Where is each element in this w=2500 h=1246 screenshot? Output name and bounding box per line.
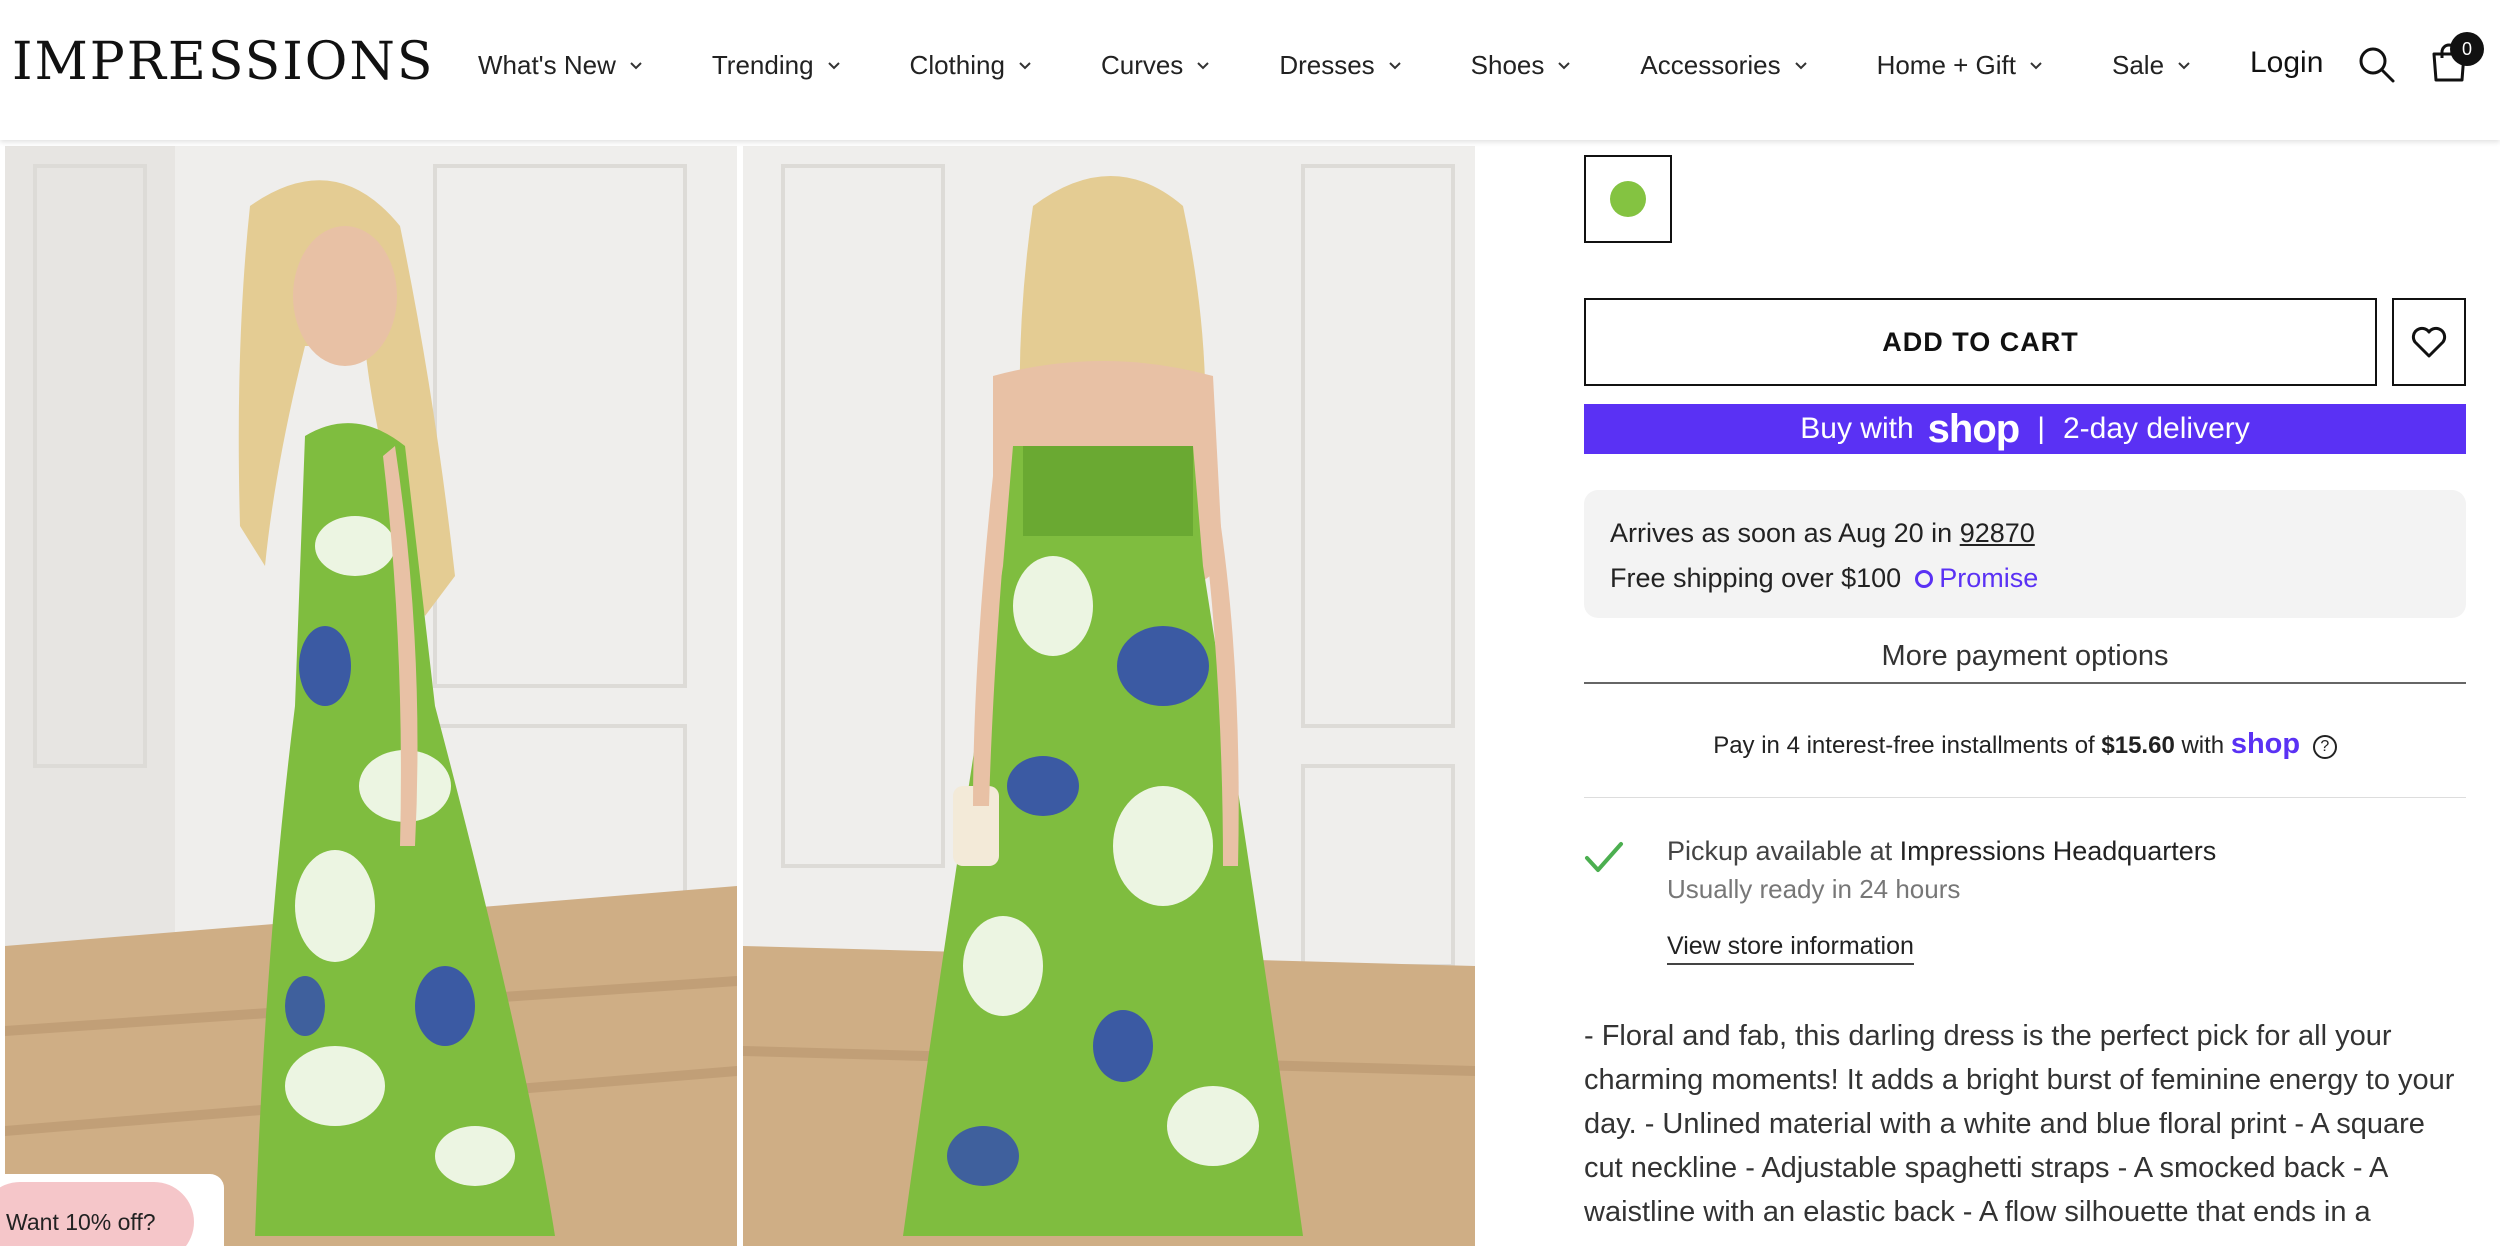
free-shipping-text: Free shipping over $100: [1610, 563, 1902, 593]
product-photo-side: [5, 146, 737, 1246]
promise-label: Promise: [1939, 563, 2039, 593]
pickup-prefix: Pickup available at: [1667, 836, 1893, 866]
view-store-information-link[interactable]: View store information: [1667, 932, 1914, 965]
nav-label: Accessories: [1640, 49, 1781, 80]
chevron-down-icon: [827, 62, 840, 70]
help-icon[interactable]: ?: [2312, 734, 2337, 759]
nav-item-dresses[interactable]: Dresses: [1279, 50, 1402, 81]
nav-label: Shoes: [1470, 49, 1545, 80]
nav-item-shoes[interactable]: Shoes: [1471, 50, 1573, 81]
product-description: - Floral and fab, this darling dress is …: [1584, 1020, 2455, 1228]
nav-item-clothing[interactable]: Clothing: [910, 50, 1033, 81]
shop-pay-prefix: Buy with: [1800, 412, 1914, 445]
nav-label: Trending: [711, 49, 814, 80]
swatch-color-dot: [1610, 181, 1646, 217]
nav-label: Sale: [2112, 49, 2165, 80]
delivery-shipping: Free shipping over $100 Promise: [1610, 563, 2440, 594]
more-payment-options-link[interactable]: More payment options: [1584, 640, 2466, 684]
heart-icon: [2411, 326, 2447, 358]
nav-label: Clothing: [909, 49, 1005, 80]
nav-item-accessories[interactable]: Accessories: [1640, 50, 1808, 81]
section-divider: [1584, 797, 2466, 798]
product-photo-back: [743, 146, 1475, 1246]
delivery-arrival: Arrives as soon as Aug 20 in 92870: [1610, 518, 2440, 549]
installments-info: Pay in 4 interest-free installments of $…: [1584, 728, 2466, 761]
chevron-down-icon: [2030, 62, 2042, 70]
cart-count-badge: 0: [2450, 32, 2484, 66]
site-logo[interactable]: IMPRESSIONS: [12, 32, 435, 92]
check-icon: [1585, 842, 1623, 872]
promise-icon: [1915, 569, 1934, 588]
pickup-store-name: Impressions Headquarters: [1899, 836, 2217, 866]
product-image-back[interactable]: [743, 146, 1475, 1246]
shop-promise-link[interactable]: Promise: [1915, 563, 2038, 594]
chevron-down-icon: [1197, 62, 1210, 70]
delivery-info-card: Arrives as soon as Aug 20 in 92870 Free …: [1584, 490, 2466, 618]
color-swatch-green[interactable]: [1584, 155, 1672, 243]
chevron-down-icon: [2178, 62, 2190, 70]
nav-item-home-gift[interactable]: Home + Gift: [1877, 50, 2044, 81]
pickup-availability: Pickup available at Impressions Headquar…: [1667, 836, 2216, 867]
shop-logo: shop: [1927, 406, 2021, 451]
shop-pay-separator: |: [2037, 412, 2045, 445]
nav-label: Home + Gift: [1876, 49, 2016, 80]
main-nav: What's New Trending Clothing Curves Dres…: [478, 0, 2260, 130]
search-icon[interactable]: [2356, 44, 2396, 84]
shop-pay-logo: shop: [2230, 728, 2301, 760]
buy-with-shop-button[interactable]: Buy with shop | 2-day delivery: [1584, 404, 2466, 454]
nav-label: What's New: [478, 49, 616, 80]
nav-item-sale[interactable]: Sale: [2112, 50, 2192, 81]
product-image-front[interactable]: [5, 146, 737, 1246]
chevron-down-icon: [630, 62, 642, 70]
nav-item-whats-new[interactable]: What's New: [478, 50, 644, 81]
discount-offer-button[interactable]: Want 10% off?: [0, 1182, 194, 1246]
site-header: IMPRESSIONS What's New Trending Clothing…: [0, 0, 2500, 140]
installment-amount: $15.60: [2101, 732, 2175, 759]
delivery-zip-link[interactable]: 92870: [1960, 518, 2035, 548]
chevron-down-icon: [1558, 62, 1571, 70]
add-to-cart-button[interactable]: ADD TO CART: [1584, 298, 2377, 386]
installments-text: Pay in 4 interest-free installments of: [1713, 732, 2095, 759]
chevron-down-icon: [1794, 62, 1807, 70]
wishlist-button[interactable]: [2392, 298, 2466, 386]
delivery-arrival-text: Arrives as soon as Aug 20 in: [1610, 518, 1953, 548]
nav-label: Curves: [1100, 49, 1184, 80]
pickup-ready-time: Usually ready in 24 hours: [1667, 874, 1961, 904]
shop-pay-delivery: 2-day delivery: [2062, 412, 2250, 445]
nav-item-curves[interactable]: Curves: [1101, 50, 1211, 81]
chevron-down-icon: [1388, 62, 1401, 70]
nav-item-trending[interactable]: Trending: [712, 50, 842, 81]
login-link[interactable]: Login: [2250, 46, 2323, 80]
chevron-down-icon: [1019, 62, 1031, 70]
nav-label: Dresses: [1279, 49, 1375, 80]
installments-with: with: [2181, 732, 2225, 759]
